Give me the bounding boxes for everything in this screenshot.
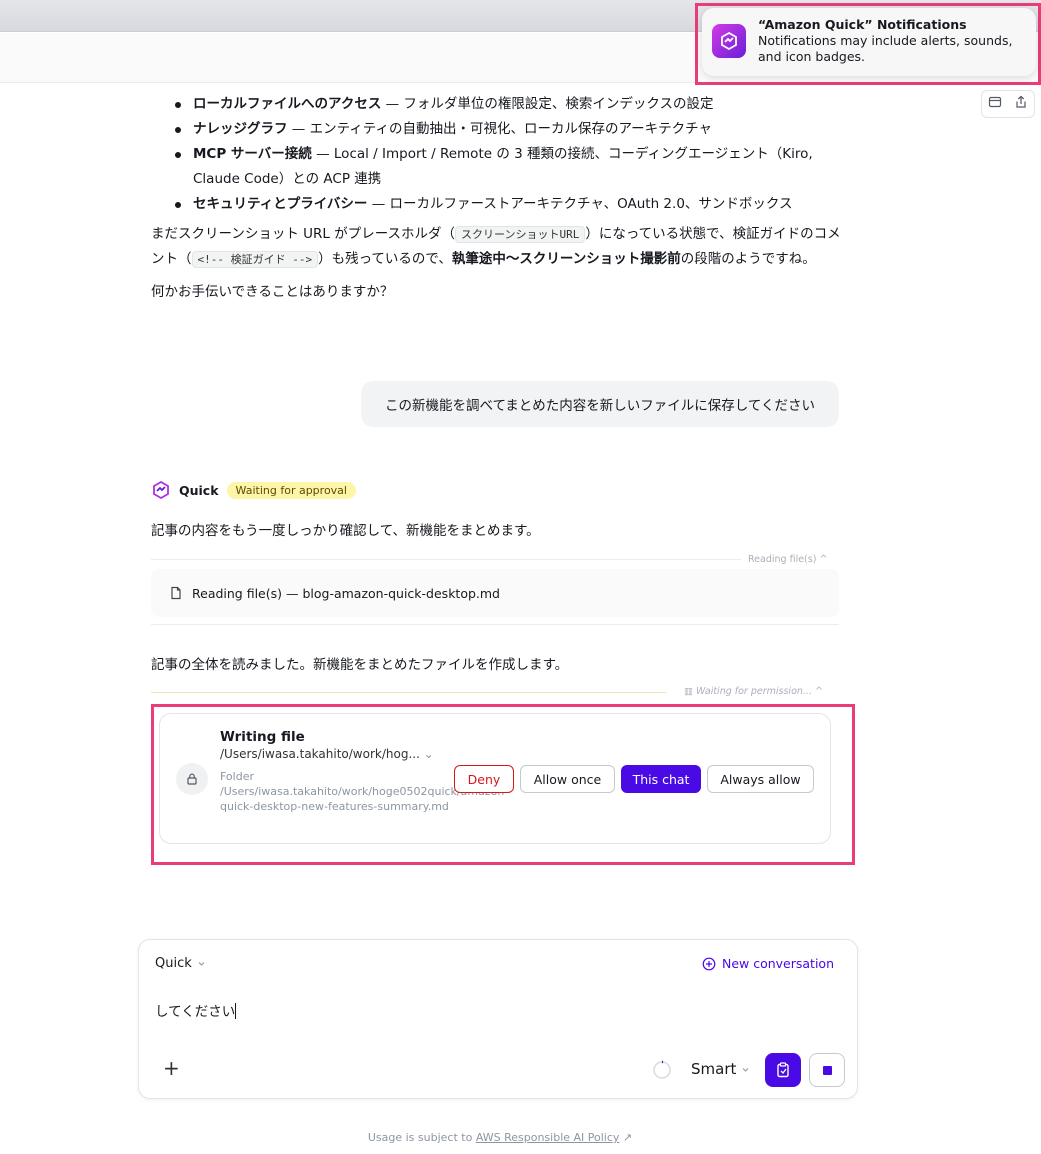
chevron-down-icon: [743, 1067, 749, 1072]
message-input[interactable]: してください: [155, 1000, 237, 1020]
feature-list: ローカルファイルへのアクセス — フォルダ単位の権限設定、検索インデックスの設定…: [151, 92, 841, 217]
deny-button[interactable]: Deny: [454, 765, 514, 793]
chevron-down-icon: [198, 962, 205, 966]
list-item: ローカルファイルへのアクセス — フォルダ単位の権限設定、検索インデックスの設定: [151, 92, 841, 117]
summary-paragraph: まだスクリーンショット URL がプレースホルダ（ スクリーンショットURL ）にな…: [151, 226, 841, 268]
quick-logo-icon: [153, 480, 169, 500]
model-selector[interactable]: Quick: [155, 956, 205, 971]
external-link-icon: ↗: [622, 1131, 633, 1144]
this-chat-button[interactable]: This chat: [621, 765, 701, 793]
permission-meta[interactable]: ▥ Waiting for permission... ^: [684, 686, 823, 697]
plus-circle-icon: [702, 957, 716, 970]
amazon-quick-app-icon: [712, 24, 746, 58]
user-message: この新機能を調べてまとめた内容を新しいファイルに保存してください: [361, 381, 839, 427]
allow-once-button[interactable]: Allow once: [520, 765, 615, 793]
always-allow-button[interactable]: Always allow: [707, 765, 814, 793]
divider: [151, 692, 666, 693]
reading-meta[interactable]: Reading file(s) ^: [748, 554, 827, 565]
chat-composer: Quick New conversation してください + Smart: [138, 939, 858, 1099]
divider: [151, 624, 839, 625]
list-item: ナレッジグラフ — エンティティの自動抽出・可視化、ローカル保存のアーキテクチャ: [151, 117, 841, 142]
assistant-message-previous: ローカルファイルへのアクセス — フォルダ単位の権限設定、検索インデックスの設定…: [151, 84, 841, 304]
panel-icon[interactable]: [988, 95, 1002, 113]
list-item: セキュリティとプライバシー — ローカルファーストアーキテクチャ、OAuth 2…: [151, 192, 841, 217]
lock-icon: [176, 763, 208, 795]
agent-line-1: 記事の内容をもう一度しっかり確認して、新機能をまとめます。: [151, 523, 540, 539]
new-conversation-button[interactable]: New conversation: [702, 956, 834, 971]
system-notification[interactable]: “Amazon Quick” Notifications Notificatio…: [702, 8, 1036, 76]
status-badge: Waiting for approval: [226, 481, 356, 499]
agent-line-2: 記事の全体を読みました。新機能をまとめたファイルを作成します。: [151, 657, 569, 673]
usage-footer: Usage is subject to AWS Responsible AI P…: [367, 1131, 633, 1144]
notification-title: “Amazon Quick” Notifications: [758, 17, 967, 32]
agent-name: Quick: [179, 482, 219, 498]
list-item: MCP サーバー接続 — Local / Import / Remote の 3…: [151, 142, 841, 192]
clipboard-icon: [777, 1062, 789, 1078]
question-paragraph: 何かお手伝いできることはありますか？: [151, 284, 394, 300]
stop-icon: [822, 1065, 832, 1075]
attach-plus-button[interactable]: +: [163, 1058, 180, 1078]
side-tools: [981, 90, 1035, 118]
clipboard-button[interactable]: [765, 1053, 801, 1087]
loading-spinner-icon: [653, 1060, 671, 1079]
divider: [151, 559, 741, 560]
reading-file-card[interactable]: Reading file(s) — blog-amazon-quick-desk…: [151, 569, 839, 617]
chevron-down-icon: ⌄: [423, 747, 434, 761]
share-icon[interactable]: [1014, 95, 1028, 113]
reading-file-label: Reading file(s) — blog-amazon-quick-desk…: [192, 585, 500, 601]
notification-body: Notifications may include alerts, sounds…: [758, 33, 1013, 64]
agent-header: Quick Waiting for approval: [151, 479, 356, 501]
file-icon: [171, 586, 181, 600]
permission-title: Writing file: [220, 729, 305, 745]
stop-button[interactable]: [809, 1053, 845, 1087]
mode-selector[interactable]: Smart: [691, 1060, 749, 1078]
permission-path[interactable]: /Users/iwasa.takahito/work/hog... ⌄: [220, 747, 434, 761]
policy-link[interactable]: AWS Responsible AI Policy: [476, 1131, 620, 1144]
